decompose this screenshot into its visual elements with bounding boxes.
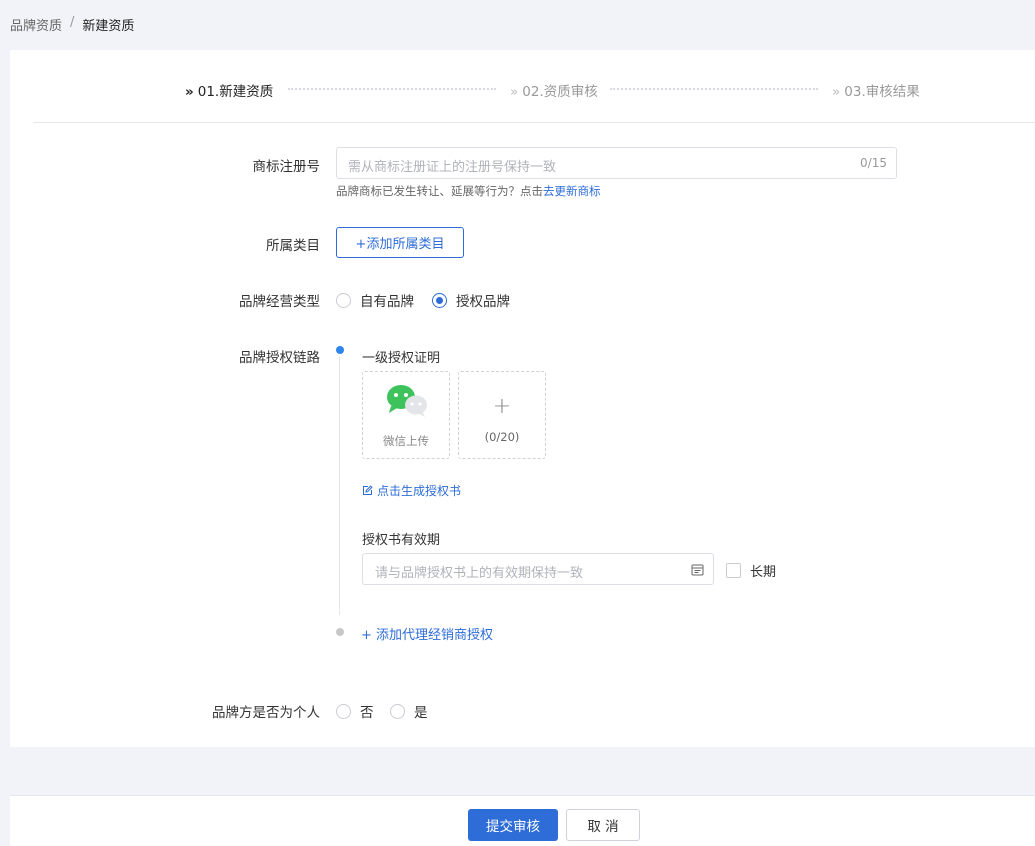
radio-circle[interactable] — [336, 292, 351, 308]
form-card: » 01.新建资质 » 02.资质审核 » 03.审核结果 商标注册号 需从商标注册证… — [10, 50, 1035, 747]
divider — [33, 122, 1035, 123]
chevron-double-right-icon: » — [185, 84, 194, 100]
auth-chain-label: 品牌授权链路 — [239, 350, 320, 366]
wechat-icon — [387, 385, 427, 417]
validity-date-input[interactable]: 请与品牌授权书上的有效期保持一致 — [362, 553, 714, 585]
step-2: » 02.资质审核 — [510, 80, 598, 100]
radio-circle[interactable] — [336, 703, 351, 719]
footer-bar: 提交审核 取 消 — [10, 795, 1035, 846]
category-label: 所属类目 — [266, 238, 320, 254]
breadcrumb-separator: / — [70, 15, 75, 30]
trademark-hint-text: 品牌商标已发生转让、延展等行为？点击 — [336, 184, 543, 198]
wechat-upload-label: 微信上传 — [383, 434, 429, 448]
submit-review-button[interactable]: 提交审核 — [468, 809, 558, 841]
step-1-label: 01.新建资质 — [197, 84, 274, 100]
long-term-checkbox[interactable]: 长期 — [726, 561, 776, 580]
add-upload-button[interactable]: + (0/20) — [458, 371, 546, 459]
trademark-char-counter: 0/15 — [860, 156, 887, 170]
timeline-dot-active — [336, 346, 344, 354]
step-1: » 01.新建资质 — [185, 80, 273, 100]
step-indicator: » 01.新建资质 » 02.资质审核 » 03.审核结果 — [10, 50, 1035, 123]
generate-authorization-link[interactable]: 点击生成授权书 — [362, 482, 461, 499]
add-agent-authorization-link[interactable]: + 添加代理经销商授权 — [361, 624, 493, 643]
chevron-double-right-icon: » — [510, 84, 519, 100]
is-individual-label: 品牌方是否为个人 — [212, 705, 320, 721]
update-trademark-link[interactable]: 去更新商标 — [543, 184, 601, 198]
radio-circle-selected[interactable] — [432, 292, 447, 308]
cancel-button[interactable]: 取 消 — [566, 809, 640, 841]
trademark-label: 商标注册号 — [252, 159, 321, 175]
timeline-dot-inactive — [336, 628, 344, 636]
radio-circle[interactable] — [390, 703, 405, 719]
step-connector — [610, 88, 818, 90]
validity-placeholder: 请与品牌授权书上的有效期保持一致 — [375, 566, 584, 581]
step-3: » 03.审核结果 — [832, 80, 920, 100]
add-category-button[interactable]: +添加所属类目 — [336, 227, 464, 258]
brand-type-label: 品牌经营类型 — [239, 294, 320, 310]
plus-icon: + — [492, 394, 512, 419]
timeline-line — [339, 357, 340, 615]
radio-yes-label: 是 — [414, 705, 428, 721]
generate-authorization-label: 点击生成授权书 — [377, 484, 462, 498]
radio-yes[interactable]: 是 — [390, 701, 428, 721]
trademark-placeholder: 需从商标注册证上的注册号保持一致 — [348, 160, 557, 175]
breadcrumb-parent[interactable]: 品牌资质 — [10, 15, 62, 34]
validity-title: 授权书有效期 — [362, 533, 441, 548]
radio-no[interactable]: 否 — [336, 701, 374, 721]
long-term-label: 长期 — [750, 565, 777, 580]
breadcrumb: 品牌资质 / 新建资质 — [10, 15, 134, 34]
step-connector — [288, 88, 496, 90]
level1-auth-title: 一级授权证明 — [362, 351, 441, 366]
upload-count: (0/20) — [484, 430, 520, 444]
radio-no-label: 否 — [360, 705, 374, 721]
radio-own-brand-label: 自有品牌 — [360, 294, 414, 310]
wechat-upload-button[interactable]: 微信上传 — [362, 371, 450, 459]
trademark-hint: 品牌商标已发生转让、延展等行为？点击去更新商标 — [336, 183, 601, 199]
radio-authorized-brand[interactable]: 授权品牌 — [432, 290, 510, 310]
radio-authorized-brand-label: 授权品牌 — [456, 294, 510, 310]
trademark-input[interactable]: 需从商标注册证上的注册号保持一致 0/15 — [336, 147, 897, 179]
radio-own-brand[interactable]: 自有品牌 — [336, 290, 414, 310]
checkbox-box[interactable] — [726, 563, 741, 578]
breadcrumb-current: 新建资质 — [82, 19, 135, 34]
step-3-label: 03.审核结果 — [844, 84, 920, 100]
chevron-double-right-icon: » — [832, 84, 841, 100]
calendar-icon[interactable] — [691, 563, 704, 576]
edit-icon — [363, 485, 373, 495]
step-2-label: 02.资质审核 — [522, 84, 598, 100]
